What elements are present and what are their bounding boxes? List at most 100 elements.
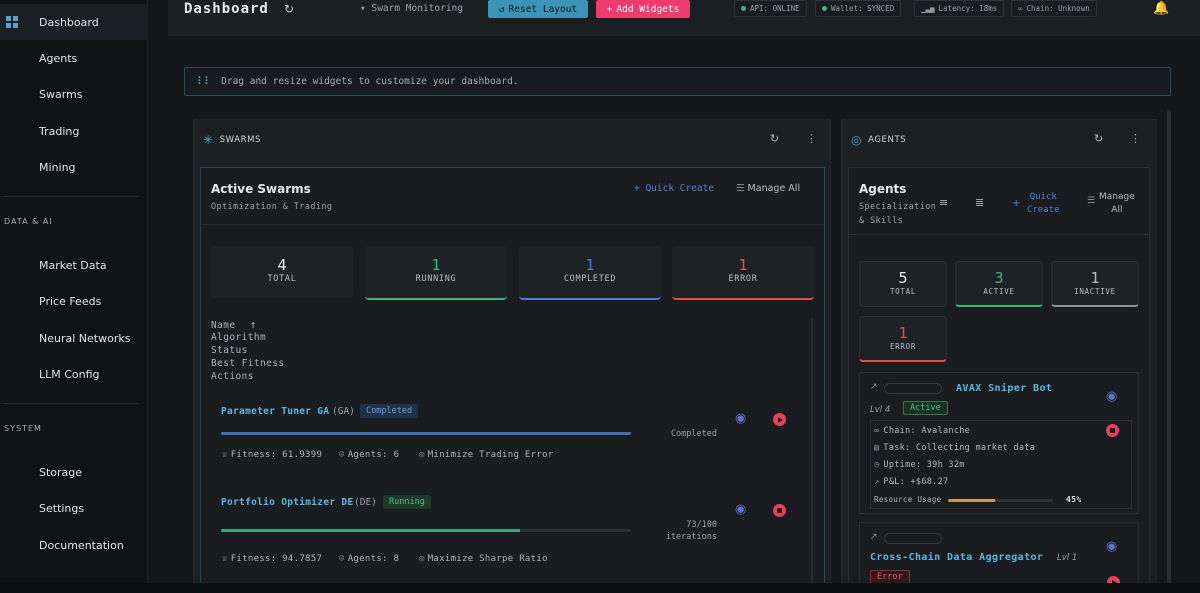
stat-label: ERROR: [728, 274, 758, 284]
stat-error: 1 ERROR: [672, 246, 814, 300]
add-widgets-button[interactable]: + Add Widgets: [596, 0, 690, 18]
plus-icon: +: [634, 183, 646, 194]
refresh-icon[interactable]: ↻: [1094, 132, 1103, 145]
sidebar-item-storage[interactable]: Storage: [0, 454, 148, 490]
stat-label: COMPLETED: [563, 274, 617, 284]
play-icon[interactable]: [773, 413, 786, 426]
swarm-monitoring-select[interactable]: ▾ Swarm Monitoring: [360, 3, 463, 14]
agents-widget-title: AGENTS: [868, 135, 907, 145]
latency-chip: ▁▃▅ Latency: 18ms: [914, 0, 1005, 17]
column-header-actions[interactable]: Actions: [211, 371, 254, 382]
swarms-widget-title: SWARMS: [219, 135, 262, 145]
sidebar-item-llm-config[interactable]: LLM Config: [0, 356, 148, 392]
sidebar-section-system: SYSTEM: [4, 424, 42, 433]
drag-hint-bar: ⠇⠇ Drag and resize widgets to customize …: [184, 67, 1171, 96]
sidebar-item-label: Mining: [39, 160, 76, 174]
sidebar-item-market-data[interactable]: Market Data: [0, 247, 148, 283]
reset-layout-button[interactable]: ↺ Reset Layout: [488, 0, 588, 18]
iteration-count: 73/100: [686, 520, 717, 530]
agent-name[interactable]: AVAX Sniper Bot: [956, 383, 1052, 394]
agent-card[interactable]: ↗ AVAX Sniper Bot ◉ Lvl 4 Active ∞ Chain:…: [859, 372, 1139, 514]
chain-chip: ∞ Chain: Unknown: [1011, 0, 1097, 17]
list-icon[interactable]: ☰: [1087, 196, 1095, 206]
active-swarms-title: Active Swarms: [211, 182, 311, 196]
eye-icon[interactable]: ◉: [735, 502, 746, 517]
swarm-status-text: Completed: [670, 429, 717, 439]
sidebar-item-price-feeds[interactable]: Price Feeds: [0, 283, 148, 319]
manage-all-button[interactable]: ☰ Manage All: [736, 183, 800, 194]
sidebar-item-swarms[interactable]: Swarms: [0, 76, 148, 112]
stat-value: 5: [898, 269, 908, 287]
quick-create-button[interactable]: + Quick Create: [634, 183, 714, 194]
filter-icon[interactable]: ≡: [939, 196, 948, 209]
column-header-best-fitness[interactable]: Best Fitness: [211, 358, 284, 369]
eye-icon[interactable]: ◉: [1106, 539, 1117, 554]
sidebar-item-neural-networks[interactable]: Neural Networks: [0, 320, 148, 356]
column-header-name[interactable]: Name ↑: [211, 318, 257, 331]
status-badge: Active: [903, 401, 948, 415]
sidebar-item-mining[interactable]: Mining: [0, 149, 148, 185]
resource-usage-fill: [948, 499, 996, 502]
column-header-algorithm[interactable]: Algorithm: [211, 332, 266, 343]
eye-icon[interactable]: ◉: [1106, 389, 1117, 404]
stat-label: TOTAL: [889, 287, 917, 296]
swarm-objective: ◎ Minimize Trading Error: [419, 450, 554, 460]
refresh-icon[interactable]: ↻: [770, 132, 779, 145]
agent-task: ▤ Task: Collecting market data: [874, 443, 1035, 453]
sidebar-item-agents[interactable]: Agents: [0, 40, 148, 76]
swarm-agents: ☺ Agents: 8: [339, 554, 399, 564]
sidebar-item-settings[interactable]: Settings: [0, 490, 148, 526]
table-scrollbar[interactable]: [811, 318, 813, 588]
swarm-objective: ◎ Maximize Sharpe Ratio: [419, 554, 548, 564]
swarm-status-text: 73/100 iterations: [645, 519, 717, 543]
stat-total: 4 TOTAL: [211, 246, 353, 298]
swarm-algorithm: (DE): [354, 497, 377, 508]
resource-usage-bar: [948, 499, 1053, 502]
bell-icon[interactable]: 🔔: [1153, 1, 1169, 16]
swarm-name[interactable]: Parameter Tuner GA: [221, 406, 329, 417]
quick-create-button[interactable]: Quick Create: [1027, 191, 1060, 217]
dashboard-grid-icon: [6, 16, 18, 28]
stat-value: 1: [898, 324, 908, 342]
plus-icon[interactable]: +: [1012, 198, 1020, 209]
stop-icon[interactable]: [1106, 424, 1119, 437]
trend-icon: ↗: [870, 382, 878, 392]
status-badge: Completed: [360, 404, 419, 418]
eye-icon[interactable]: ◉: [735, 411, 746, 426]
status-badge: Error: [870, 570, 910, 584]
stat-completed: 1 COMPLETED: [519, 246, 661, 300]
stat-label: INACTIVE: [1074, 287, 1116, 296]
stat-value: 1: [1090, 269, 1100, 287]
sidebar-item-label: Settings: [39, 501, 85, 515]
panel-divider: [201, 224, 824, 225]
clock-icon: ◷: [874, 460, 880, 470]
panel-divider: [849, 234, 1149, 235]
swarm-name[interactable]: Portfolio Optimizer DE: [221, 497, 353, 508]
sidebar-item-documentation[interactable]: Documentation: [0, 527, 148, 563]
sidebar-item-dashboard[interactable]: Dashboard: [0, 4, 148, 40]
progress-fill: [221, 529, 521, 532]
chain-text: Chain: Avalanche: [883, 426, 971, 436]
sort-icon[interactable]: ≣: [975, 196, 984, 209]
signal-bars-icon: ▁▃▅: [921, 4, 935, 13]
column-header-status[interactable]: Status: [211, 345, 248, 356]
sidebar-item-label: Agents: [39, 51, 78, 65]
stop-icon[interactable]: [773, 504, 786, 517]
task-icon: ▤: [874, 443, 880, 453]
agent-tag-pill: [884, 383, 942, 394]
manage-all-button[interactable]: Manage All: [1099, 191, 1135, 217]
swarms-widget-header[interactable]: ✳ SWARMS: [194, 120, 830, 160]
stat-total: 5 TOTAL: [859, 261, 947, 307]
stat-value: 1: [738, 256, 748, 274]
page-scrollbar[interactable]: [1167, 110, 1171, 590]
sort-arrow-up-icon: ↑: [249, 318, 257, 331]
online-dot-icon: [741, 6, 746, 11]
more-vertical-icon[interactable]: ⋮: [1130, 132, 1141, 145]
more-vertical-icon[interactable]: ⋮: [806, 132, 817, 145]
sidebar-item-trading[interactable]: Trading: [0, 113, 148, 149]
agent-name[interactable]: Cross-Chain Data Aggregator: [870, 552, 1043, 563]
stat-value: 3: [994, 269, 1004, 287]
agents-widget-header[interactable]: ◎ AGENTS: [842, 120, 1156, 160]
refresh-icon[interactable]: ↻: [284, 2, 294, 16]
bottom-edge: [0, 583, 1200, 593]
